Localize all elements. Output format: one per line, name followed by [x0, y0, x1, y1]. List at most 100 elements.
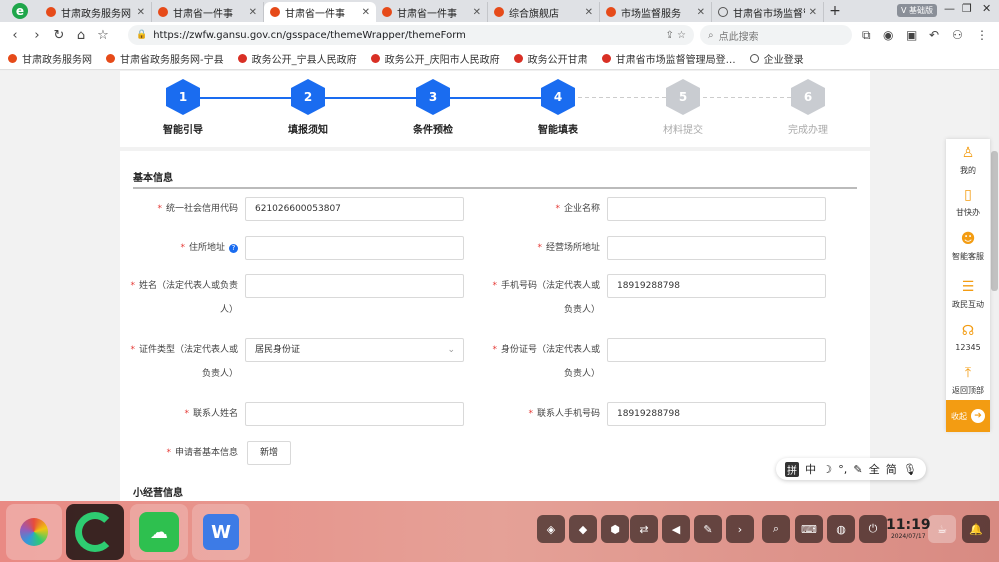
ime-fullwidth[interactable]: 全	[869, 461, 880, 477]
float-item-back-top[interactable]: ⤒ 返回顶部	[946, 365, 990, 396]
applicant-label: * 申请者基本信息	[166, 448, 238, 458]
close-icon[interactable]: ✕	[697, 7, 705, 18]
step-2: 2 填报须知	[268, 79, 348, 136]
keyboard-icon[interactable]: ⌨	[795, 515, 823, 543]
star-icon[interactable]: ☆	[92, 28, 114, 43]
pen-icon[interactable]: ✎	[853, 463, 862, 476]
id-number-input[interactable]	[607, 338, 826, 362]
tray-switch-icon[interactable]: ⇄	[630, 515, 658, 543]
close-icon[interactable]: ✕	[137, 7, 145, 18]
ime-simplified[interactable]: 简	[886, 461, 897, 477]
page-content: 1 智能引导 2 填报须知 3 条件预检 4 智能填表 5 材料提交 6 完成办理 基本信息…	[0, 71, 990, 501]
search-box[interactable]: ⌕ 点此搜索	[700, 25, 852, 45]
home-icon[interactable]: ⌂	[70, 28, 92, 43]
forward-icon[interactable]: ›	[26, 28, 48, 43]
phone-icon: ▯	[964, 187, 972, 203]
tray-shield-icon[interactable]: ⬢	[601, 515, 629, 543]
close-icon[interactable]: ✕	[585, 7, 593, 18]
close-icon[interactable]: ✕	[473, 7, 481, 18]
legal-name-input[interactable]	[245, 274, 464, 298]
tab-1[interactable]: 甘肃省一件事 ✕	[152, 2, 264, 22]
taskbar-clock[interactable]: 11:19 2024/07/17	[886, 518, 931, 541]
float-item-mine[interactable]: ♙ 我的	[946, 145, 990, 176]
credit-code-label: * 统一社会信用代码	[157, 204, 238, 214]
bookmark-item[interactable]: 政务公开甘肃	[513, 51, 588, 66]
page-scrollbar[interactable]	[990, 71, 999, 501]
new-tab-button[interactable]: +	[824, 2, 846, 22]
sidebar-icon[interactable]: ▣	[906, 28, 917, 42]
undo-icon[interactable]: ↶	[929, 28, 939, 42]
bookmark-item[interactable]: 甘肃省政务服务网-宁县	[106, 51, 224, 66]
taskbar-browser[interactable]	[66, 504, 124, 560]
address-input[interactable]	[245, 236, 464, 260]
close-window-icon[interactable]: ✕	[982, 2, 991, 15]
emblem-icon	[370, 54, 380, 63]
notification-bell-icon[interactable]: 🔔	[962, 515, 990, 543]
tab-label: 甘肃省一件事	[173, 8, 233, 20]
scrollbar-thumb[interactable]	[991, 151, 998, 291]
bookmark-item[interactable]: 企业登录	[749, 51, 804, 66]
bookmark-item[interactable]: 政务公开_宁县人民政府	[237, 51, 357, 66]
required-mark: *	[180, 243, 185, 253]
bookmark-label: 甘肃省政务服务网-宁县	[120, 55, 224, 66]
float-item-gankuaiban[interactable]: ▯ 甘快办	[946, 187, 990, 218]
tab-6[interactable]: 甘肃省市场监督管 ✕	[712, 2, 824, 22]
float-item-12345[interactable]: ☊ 12345	[946, 323, 990, 352]
close-icon[interactable]: ✕	[362, 7, 370, 18]
url-bar[interactable]: 🔒 https://zwfw.gansu.gov.cn/gsspace/them…	[128, 25, 694, 45]
ime-pinyin-icon[interactable]: 拼	[785, 461, 800, 477]
bookmark-item[interactable]: 甘肃省市场监督管理局登…	[601, 51, 736, 66]
close-icon[interactable]: ✕	[809, 7, 817, 18]
tab-3[interactable]: 甘肃省一件事 ✕	[376, 2, 488, 22]
launcher-button[interactable]	[6, 504, 62, 560]
float-item-smart-service[interactable]: ☻ 智能客服	[946, 231, 990, 262]
section-title-basic: 基本信息	[133, 173, 173, 184]
reload-icon[interactable]: ↻	[48, 28, 70, 43]
microphone-icon[interactable]: 🎙	[903, 463, 917, 476]
bookmark-item[interactable]: 甘肃政务服务网	[8, 51, 92, 66]
profile-icon[interactable]: ⚇	[952, 28, 963, 42]
search-tray-icon[interactable]: ⌕	[762, 515, 790, 543]
menu-icon[interactable]: ⋮	[976, 28, 988, 42]
back-icon[interactable]: ‹	[4, 28, 26, 43]
power-icon[interactable]: ⏻	[859, 515, 887, 543]
browser-logo-icon[interactable]: e	[0, 0, 40, 22]
taskbar-wps[interactable]: W	[192, 504, 250, 560]
pen-tray-icon[interactable]: ✎	[694, 515, 722, 543]
punctuation-icon[interactable]: °,	[838, 463, 847, 476]
cup-icon[interactable]: ☕	[928, 515, 956, 543]
tray-kylin-icon[interactable]: ◆	[569, 515, 597, 543]
tray-app-icon[interactable]: ◈	[537, 515, 565, 543]
company-name-input[interactable]	[607, 197, 826, 221]
tab-4[interactable]: 综合旗舰店 ✕	[488, 2, 600, 22]
assistant-icon[interactable]: ◉	[883, 28, 893, 42]
extensions-icon[interactable]: ⧉	[862, 28, 871, 43]
volume-icon[interactable]: ◀	[662, 515, 690, 543]
taskbar-wechat[interactable]: ☁	[130, 504, 188, 560]
moon-icon[interactable]: ☽	[822, 463, 832, 476]
clock-time: 11:19	[886, 517, 931, 533]
close-icon[interactable]: ✕	[249, 7, 257, 18]
step-label: 智能引导	[163, 125, 203, 136]
minimize-icon[interactable]: —	[944, 2, 955, 15]
restore-icon[interactable]: ❐	[962, 2, 972, 15]
help-icon[interactable]: ?	[229, 244, 238, 253]
tab-5[interactable]: 市场监督服务 ✕	[600, 2, 712, 22]
id-type-select[interactable]: 居民身份证 ⌄	[245, 338, 464, 362]
phone-input[interactable]: 18919288798	[607, 274, 826, 298]
network-icon[interactable]: ◍	[827, 515, 855, 543]
contact-phone-input[interactable]: 18919288798	[607, 402, 826, 426]
bookmark-item[interactable]: 政务公开_庆阳市人民政府	[370, 51, 500, 66]
tab-0[interactable]: 甘肃政务服务网 ✕	[40, 2, 152, 22]
ime-chinese-mode[interactable]: 中	[805, 461, 816, 477]
chevron-right-icon[interactable]: ›	[726, 515, 754, 543]
float-item-interaction[interactable]: ☰ 政民互动	[946, 279, 990, 310]
collapse-button[interactable]: 收起 ➔	[946, 400, 990, 432]
contact-name-input[interactable]	[245, 402, 464, 426]
add-applicant-button[interactable]: 新增	[247, 441, 291, 465]
business-address-input[interactable]	[607, 236, 826, 260]
step-label: 填报须知	[288, 125, 328, 136]
credit-code-input[interactable]: 621026600053807	[245, 197, 464, 221]
tab-2-active[interactable]: 甘肃省一件事 ✕	[264, 2, 376, 22]
bookmark-star-icon[interactable]: ⇪ ☆	[665, 30, 686, 41]
